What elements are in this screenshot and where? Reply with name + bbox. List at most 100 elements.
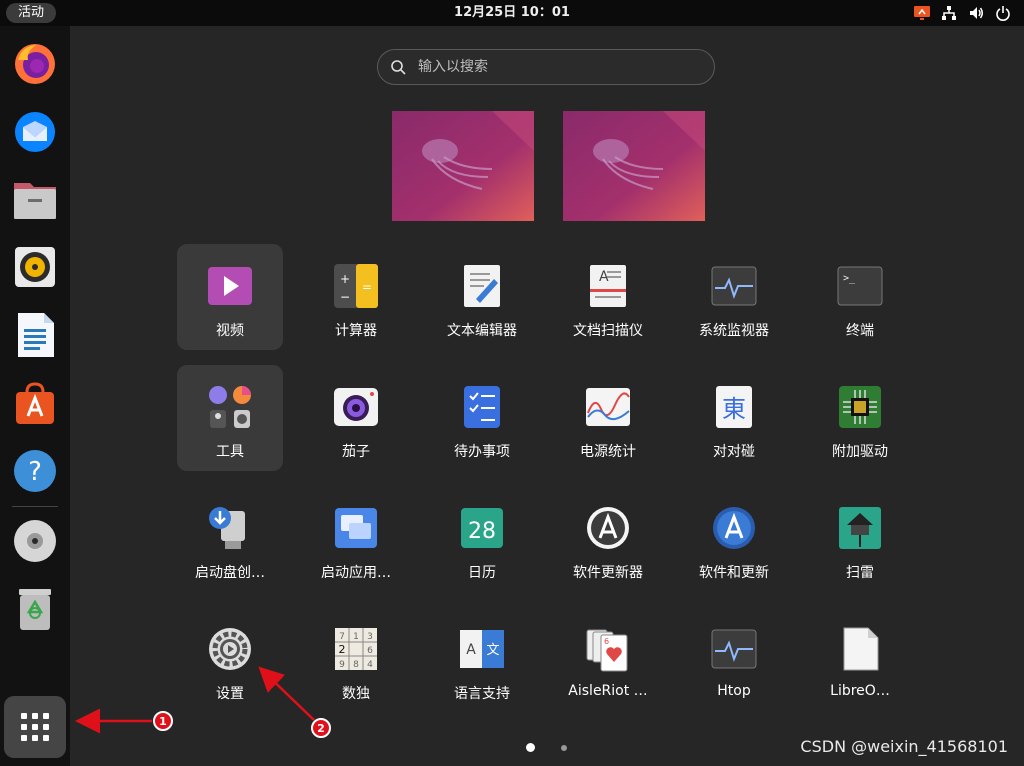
app-label: 设置: [216, 686, 244, 702]
text-editor-icon: [458, 262, 506, 310]
network-icon[interactable]: [940, 4, 958, 22]
app-label: AisleRiot …: [568, 683, 648, 699]
show-apps-button[interactable]: [4, 696, 66, 758]
svg-text:4: 4: [367, 660, 373, 670]
svg-text:A: A: [466, 642, 476, 658]
app-label: 启动盘创…: [195, 565, 265, 581]
app-terminal[interactable]: >_ 终端: [807, 244, 913, 350]
app-system-monitor[interactable]: 系统监视器: [681, 244, 787, 350]
svg-text:6: 6: [367, 646, 373, 656]
app-text-editor[interactable]: 文本编辑器: [429, 244, 535, 350]
document-scanner-icon: A: [584, 262, 632, 310]
software-properties-icon: [710, 504, 758, 552]
files-icon[interactable]: [10, 174, 60, 224]
svg-text:28: 28: [468, 519, 496, 544]
clock[interactable]: 12月25日 10：01: [0, 0, 1024, 26]
svg-text:−: −: [340, 290, 350, 304]
dvd-icon[interactable]: [10, 516, 60, 566]
startup-applications-icon: [332, 504, 380, 552]
app-label: 软件和更新: [699, 565, 769, 581]
svg-text:?: ?: [28, 457, 42, 487]
calculator-icon: + − =: [332, 262, 380, 310]
app-document-scanner[interactable]: A 文档扫描仪: [555, 244, 661, 350]
app-center-icon[interactable]: [10, 378, 60, 428]
app-label: 语言支持: [454, 686, 510, 702]
app-label: 待办事项: [454, 444, 510, 460]
libreoffice-writer-icon[interactable]: [10, 310, 60, 360]
app-settings[interactable]: 设置: [177, 607, 283, 713]
svg-text:=: =: [362, 280, 372, 294]
app-label: 视频: [216, 323, 244, 339]
app-calculator[interactable]: + − = 计算器: [303, 244, 409, 350]
sudoku-icon: 713 2 6 984: [332, 625, 380, 673]
app-calendar[interactable]: 28 日历: [429, 486, 535, 592]
app-sudoku[interactable]: 713 2 6 984 数独: [303, 607, 409, 713]
dock: ?: [0, 26, 70, 766]
software-updater-icon: [584, 504, 632, 552]
app-label: 工具: [216, 444, 244, 460]
app-label: 对对碰: [713, 444, 755, 460]
app-label: 系统监视器: [699, 323, 769, 339]
screen-share-icon[interactable]: [913, 4, 931, 22]
search-input[interactable]: [416, 58, 680, 76]
cheese-icon: [332, 383, 380, 431]
app-language-support[interactable]: A文 语言支持: [429, 607, 535, 713]
app-folder-tools[interactable]: 工具: [177, 365, 283, 471]
overview: 视频 + −= 计算器 文本编辑器 A 文档扫描仪 系统监视器 >_ 终端 工具: [70, 26, 1024, 766]
app-label: 扫雷: [846, 565, 874, 581]
gear-icon: [206, 625, 254, 673]
mines-icon: [836, 504, 884, 552]
svg-text:8: 8: [353, 660, 359, 670]
firefox-icon[interactable]: [10, 38, 60, 88]
app-label: 附加驱动: [832, 444, 888, 460]
app-htop[interactable]: Htop: [681, 607, 787, 713]
app-libreoffice[interactable]: LibreO…: [807, 607, 913, 713]
swell-foop-icon: 東: [710, 383, 758, 431]
app-startup-applications[interactable]: 启动应用…: [303, 486, 409, 592]
svg-text:7: 7: [339, 632, 345, 642]
page-dot[interactable]: [561, 744, 567, 751]
svg-text:3: 3: [367, 632, 373, 642]
svg-text:+: +: [340, 272, 350, 286]
power-icon[interactable]: [994, 4, 1012, 22]
app-software-properties[interactable]: 软件和更新: [681, 486, 787, 592]
startup-disk-creator-icon: [206, 504, 254, 552]
search-bar[interactable]: [377, 49, 715, 85]
app-label: LibreO…: [830, 683, 890, 699]
app-todo[interactable]: 待办事项: [429, 365, 535, 471]
app-additional-drivers[interactable]: 附加驱动: [807, 365, 913, 471]
htop-icon: [710, 625, 758, 673]
app-label: 计算器: [335, 323, 377, 339]
app-swell-foop[interactable]: 東 对对碰: [681, 365, 787, 471]
workspace-thumbnail-1[interactable]: [392, 111, 534, 221]
app-aisleriot[interactable]: 6 AisleRiot …: [555, 607, 661, 713]
volume-icon[interactable]: [967, 4, 985, 22]
trash-icon[interactable]: [10, 584, 60, 634]
app-label: Htop: [717, 683, 751, 699]
svg-text:2: 2: [339, 643, 346, 656]
app-mines[interactable]: 扫雷: [807, 486, 913, 592]
help-icon[interactable]: ?: [10, 446, 60, 496]
page-dot-active[interactable]: [526, 743, 535, 752]
app-cheese[interactable]: 茄子: [303, 365, 409, 471]
svg-text:1: 1: [353, 632, 359, 642]
thunderbird-icon[interactable]: [10, 106, 60, 156]
search-icon: [391, 60, 406, 75]
app-label: 文本编辑器: [447, 323, 517, 339]
workspace-thumbnail-2[interactable]: [563, 111, 705, 221]
system-monitor-icon: [710, 262, 758, 310]
app-videos[interactable]: 视频: [177, 244, 283, 350]
show-apps-grid-icon: [21, 713, 49, 741]
tools-folder-icon: [206, 383, 254, 431]
app-software-updater[interactable]: 软件更新器: [555, 486, 661, 592]
svg-text:6: 6: [604, 637, 609, 646]
app-label: 数独: [342, 686, 370, 702]
app-label: 启动应用…: [321, 565, 391, 581]
system-tray[interactable]: [913, 3, 1012, 23]
app-power-statistics[interactable]: 电源统计: [555, 365, 661, 471]
app-label: 茄子: [342, 444, 370, 460]
rhythmbox-icon[interactable]: [10, 242, 60, 292]
app-startup-disk-creator[interactable]: 启动盘创…: [177, 486, 283, 592]
app-label: 电源统计: [580, 444, 636, 460]
videos-icon: [206, 262, 254, 310]
